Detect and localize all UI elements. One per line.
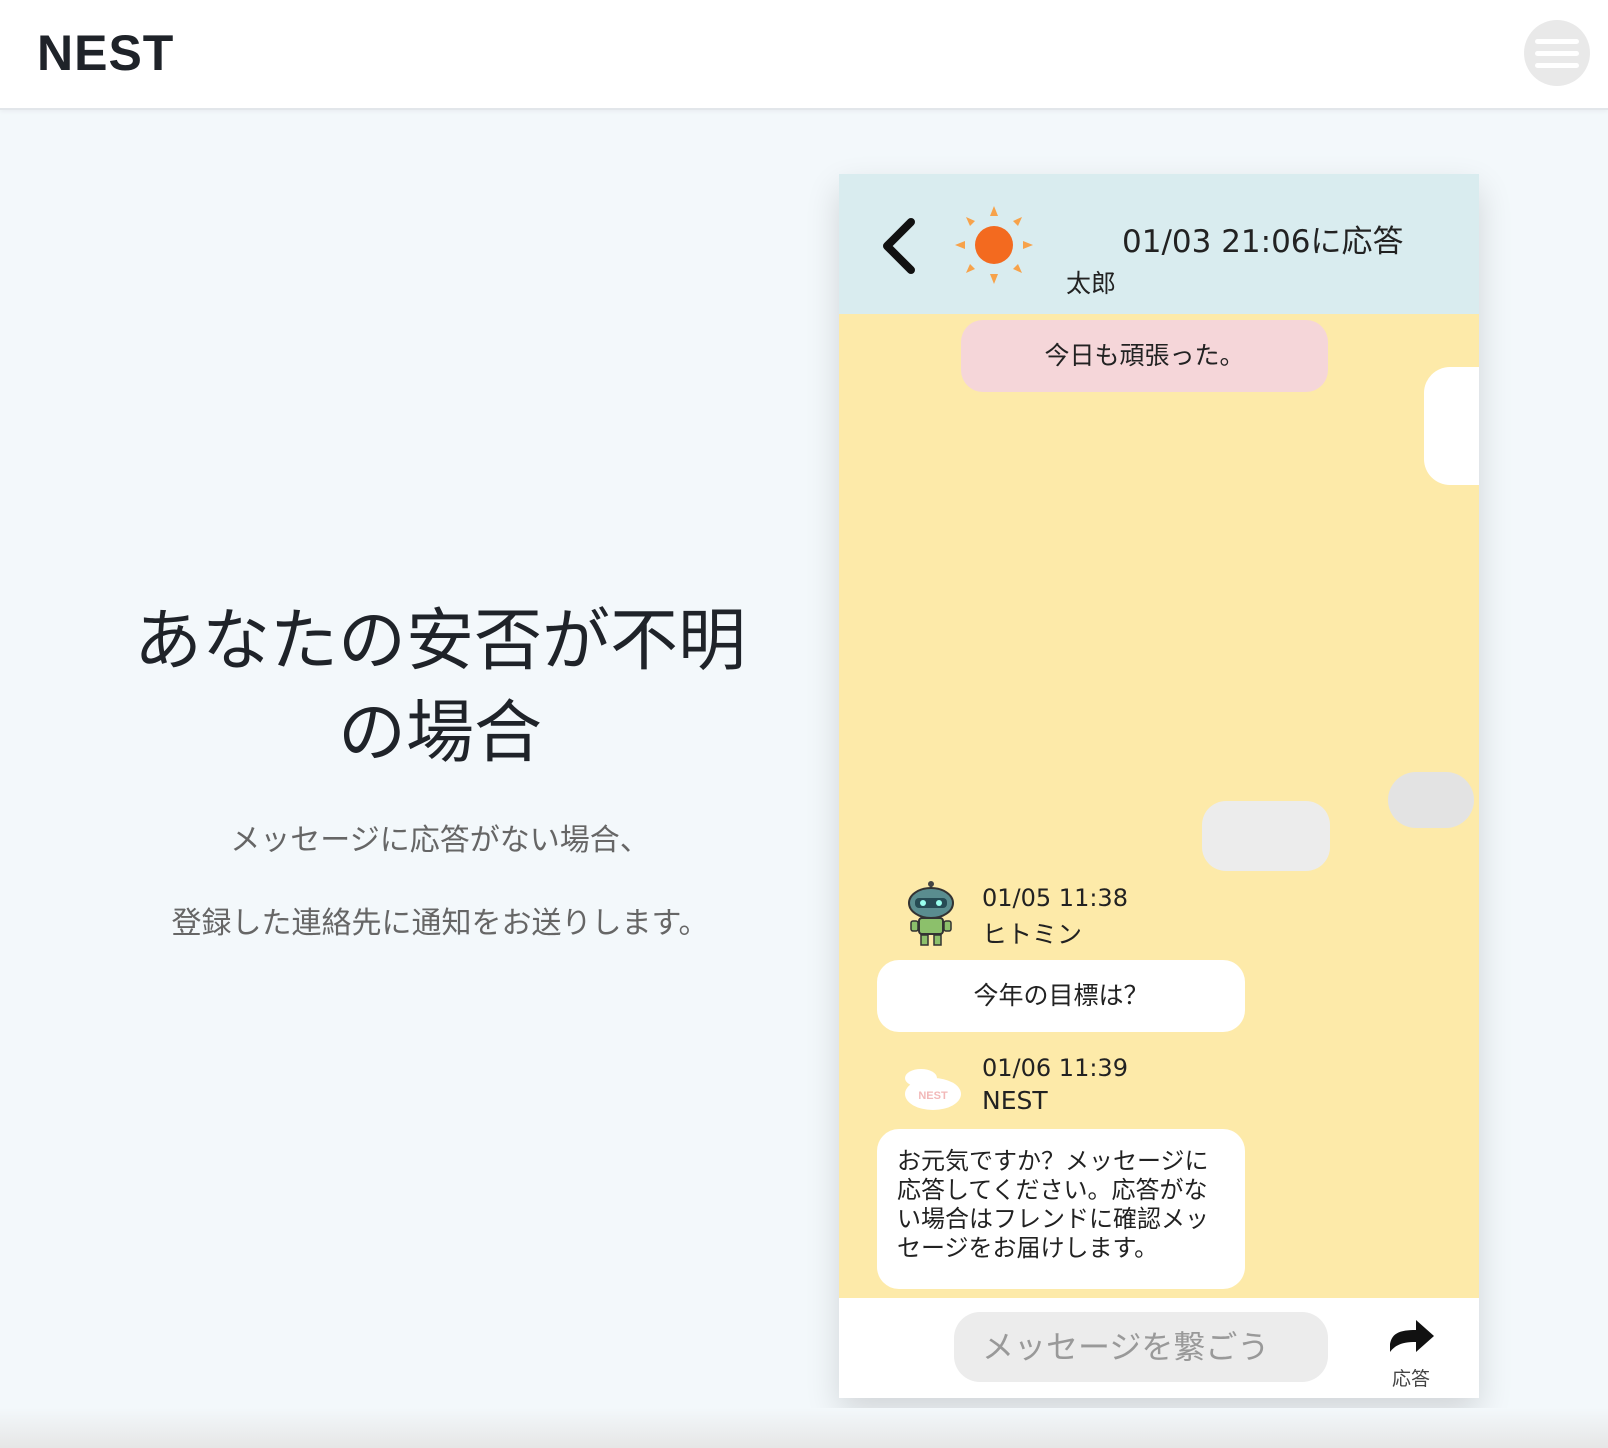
message-time: 01/06 11:39 bbox=[982, 1054, 1128, 1082]
respond-button[interactable]: 応答 bbox=[1381, 1318, 1441, 1390]
hamburger-menu-icon[interactable] bbox=[1524, 20, 1590, 86]
hero-subtext-line2: 登録した連絡先に通知をお送りします。 bbox=[171, 906, 709, 941]
placeholder-bubble bbox=[1388, 772, 1474, 828]
page-bottom-fade bbox=[0, 1408, 1608, 1448]
chat-partner-name: 太郎 bbox=[1066, 269, 1117, 298]
chat-header: 01/03 21:06に応答 太郎 bbox=[839, 174, 1479, 314]
placeholder-bubble bbox=[1202, 801, 1330, 871]
hero-headline-line2: の場合 bbox=[337, 694, 542, 773]
nest-logo[interactable]: NEST bbox=[37, 24, 174, 82]
message-sender-name: NEST bbox=[982, 1086, 1048, 1115]
last-response-time: 01/03 21:06に応答 bbox=[1122, 224, 1404, 260]
chevron-left-icon[interactable] bbox=[877, 216, 925, 276]
sun-icon bbox=[955, 206, 1033, 284]
message-input-bar: 応答 bbox=[839, 1298, 1479, 1398]
received-message-bubble: お元気ですか？メッセージに応答してください。応答がない場合はフレンドに確認メッセ… bbox=[877, 1129, 1245, 1289]
arrow-right-icon bbox=[1390, 1320, 1434, 1352]
respond-label: 応答 bbox=[1391, 1368, 1430, 1390]
hero-headline-line1: あなたの安否が不明 bbox=[133, 602, 746, 681]
robot-icon bbox=[908, 881, 954, 946]
message-time: 01/05 11:38 bbox=[982, 884, 1128, 912]
message-sender-name: ヒトミン bbox=[982, 920, 1083, 949]
hero-headline: あなたの安否が不明 の場合 bbox=[100, 596, 780, 780]
nest-logo-icon: NEST bbox=[905, 1069, 961, 1110]
hero-subtext-line1: メッセージに応答がない場合、 bbox=[230, 823, 650, 858]
partial-message-bubble bbox=[1424, 367, 1479, 485]
top-bar: NEST bbox=[0, 0, 1608, 110]
nest-logo-text: NEST bbox=[918, 1090, 948, 1102]
received-message-bubble: 今年の目標は？ bbox=[877, 960, 1245, 1032]
own-message-bubble: 今日も頑張った。 bbox=[961, 320, 1328, 392]
chat-preview: 01/03 21:06に応答 太郎 今日も頑張った。 01/05 11:38 ヒ… bbox=[839, 174, 1479, 1398]
message-input[interactable] bbox=[954, 1312, 1328, 1382]
